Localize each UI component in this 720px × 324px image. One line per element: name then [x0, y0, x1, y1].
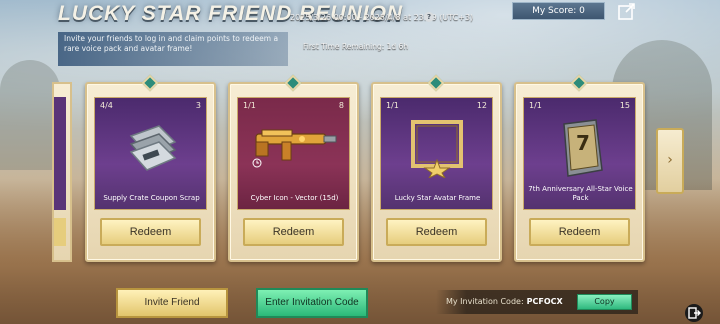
clock-icon [252, 158, 262, 168]
redeem-count: 1/1 [243, 101, 256, 110]
share-icon[interactable] [618, 3, 636, 20]
reward-name: Lucky Star Avatar Frame [394, 194, 481, 202]
redeem-button[interactable]: Redeem [100, 218, 201, 246]
event-timeline: 2025/3/26 00:00 - 2025/4/8 at 23:59 (UTC… [290, 13, 474, 22]
cost-points: 15 [619, 101, 630, 110]
cost-points: 12 [476, 101, 487, 110]
reward-name: Cyber Icon - Vector (15d) [250, 194, 339, 202]
copy-button[interactable]: Copy [577, 294, 632, 310]
info-icon[interactable]: ? [424, 12, 434, 22]
svg-text:7: 7 [576, 131, 590, 155]
redeem-button[interactable]: Redeem [243, 218, 344, 246]
invitation-code-value: PCFOCX [526, 297, 563, 306]
coupon-scrap-icon [129, 125, 177, 171]
reward-card-avatar-frame: 1/1 12 Lucky Star Avatar Frame Redeem [371, 74, 502, 262]
redeem-button[interactable]: Redeem [386, 218, 487, 246]
reward-panel: 1/1 15 7 7th Anniversary All-Star Voice … [523, 97, 636, 210]
redeem-count: 1/1 [529, 101, 542, 110]
reward-name: Supply Crate Coupon Scrap [103, 194, 200, 202]
invitation-code-label: My Invitation Code: [446, 297, 524, 306]
redeem-count: 1/1 [386, 101, 399, 110]
redeem-button[interactable]: Redeem [529, 218, 630, 246]
background-tower [0, 60, 60, 170]
cost-points: 8 [338, 101, 344, 110]
exit-icon[interactable] [685, 304, 703, 322]
first-time-remaining: First Time Remaining: 1d 6h [303, 42, 409, 51]
voice-pack-icon: 7 [563, 119, 603, 177]
my-score: My Score: 0 [512, 2, 605, 20]
weapon-skin-icon [255, 129, 337, 161]
chevron-right-icon[interactable]: › [656, 128, 684, 194]
avatar-frame-icon [411, 120, 463, 178]
reward-panel: 4/4 3 Supply Crate Coupon Scrap [94, 97, 207, 210]
enter-invitation-code-button[interactable]: Enter Invitation Code [256, 288, 368, 318]
reward-panel: 1/1 12 Lucky Star Avatar Frame [380, 97, 493, 210]
reward-card-cyber-icon: 1/1 8 Cyber Icon - Vector (15d) Redeem [228, 74, 359, 262]
reward-panel: 1/1 8 Cyber Icon - Vector (15d) [237, 97, 350, 210]
reward-card-voice-pack: 1/1 15 7 7th Anniversary All-Star Voice … [514, 74, 645, 262]
reward-name: 7th Anniversary All-Star Voice Pack [528, 185, 633, 202]
invite-friend-button[interactable]: Invite Friend [116, 288, 228, 318]
reward-card-coupon: 4/4 3 Supply Crate Coupon Scrap Redeem [85, 74, 216, 262]
previous-card-edge [52, 82, 72, 262]
cost-points: 3 [195, 101, 201, 110]
event-description: Invite your friends to log in and claim … [58, 32, 288, 66]
redeem-count: 4/4 [100, 101, 113, 110]
